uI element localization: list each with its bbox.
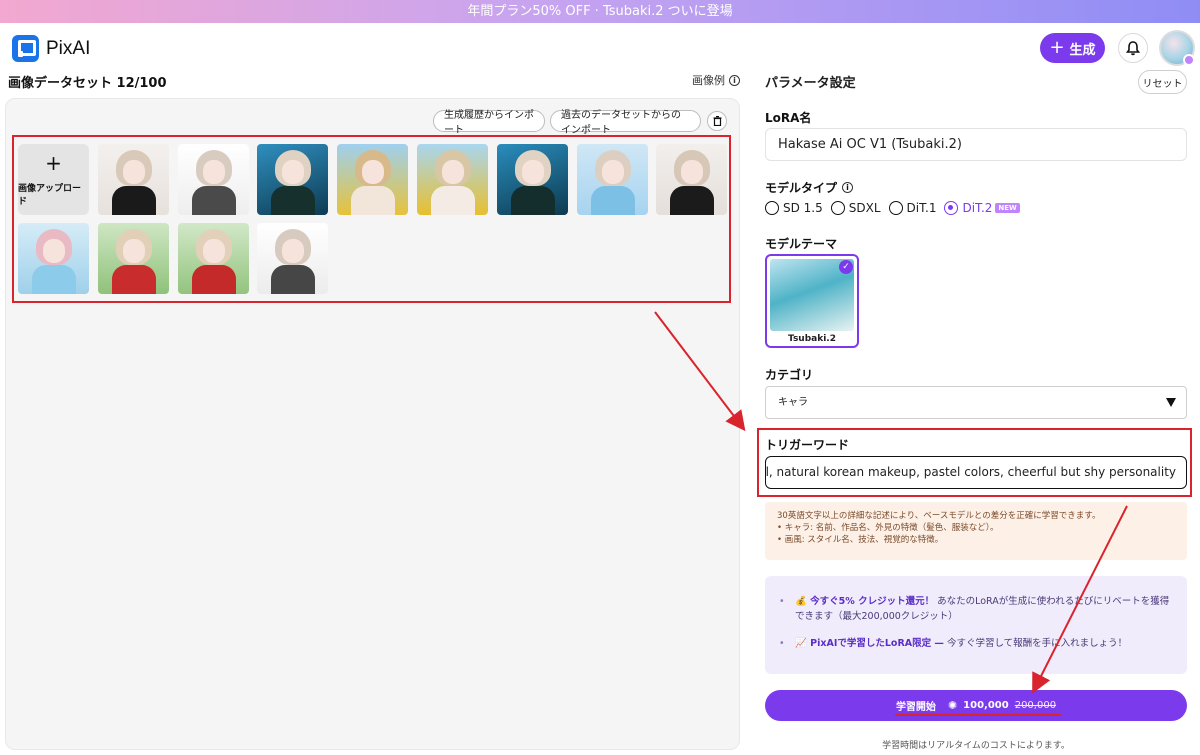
lora-name-input[interactable]: Hakase Ai OC V1 (Tsubaki.2) (765, 128, 1187, 161)
theme-name: Tsubaki.2 (788, 334, 836, 344)
import-history-button[interactable]: 生成履歴からインポート (433, 110, 545, 136)
start-label: 学習開始 (895, 702, 936, 713)
radio-dit1[interactable]: DiT.1 (888, 201, 937, 215)
model-type-label: モデルタイプ (765, 181, 838, 195)
model-theme-card[interactable]: ✓ Tsubaki.2 (765, 254, 859, 348)
logo[interactable]: PixAI (12, 35, 90, 62)
radio-dit2[interactable]: DiT.2 NEW (944, 201, 1020, 215)
promo-text: 今すぐ学習して報酬を手に入れましょう！ (943, 638, 1128, 649)
generate-label: 生成 (1069, 42, 1096, 58)
user-avatar[interactable] (1159, 30, 1195, 66)
model-theme-label: モデルテーマ (765, 237, 838, 251)
trigger-word-value: l, natural korean makeup, pastel colors,… (765, 465, 1176, 479)
trigger-hint: 30英語文字以上の詳細な記述により、ベースモデルとの差分を正確に学習できます。 … (765, 502, 1187, 560)
rebate-promo: 💰 今すぐ5% クレジット還元！ あなたのLoRAが生成に使われるたびにリベート… (765, 576, 1187, 674)
reset-button[interactable]: リセット (1138, 70, 1187, 94)
credit-icon: ✺ (947, 699, 958, 712)
radio-dot (888, 201, 903, 215)
promo-item: 📈 PixAIで学習したLoRA限定 — 今すぐ学習して報酬を手に入れましょう！ (779, 636, 1173, 651)
radio-sd15[interactable]: SD 1.5 (765, 201, 823, 215)
trigger-word-input[interactable]: l, natural korean makeup, pastel colors,… (765, 456, 1187, 489)
radio-label: DiT.2 (962, 201, 993, 215)
radio-sdxl[interactable]: SDXL (830, 201, 881, 215)
radio-dot (830, 201, 845, 215)
info-icon: i (729, 74, 740, 86)
cost-original: 200,000 (1014, 700, 1057, 711)
radio-dot (765, 201, 779, 215)
promo-item: 💰 今すぐ5% クレジット還元！ あなたのLoRAが生成に使われるたびにリベート… (779, 594, 1173, 624)
import-dataset-button[interactable]: 過去のデータセットからのインポート (550, 110, 701, 136)
bell-icon (1126, 40, 1140, 55)
check-icon: ✓ (839, 260, 853, 274)
delete-button[interactable] (707, 111, 727, 131)
image-example-link[interactable]: 画像例 i (692, 72, 740, 88)
training-cost: ✺ 100,000 200,000 (948, 699, 1056, 712)
trigger-word-label: トリガーワード (765, 438, 850, 452)
notifications-button[interactable] (1118, 33, 1148, 63)
lora-name-label: LoRA名 (765, 111, 812, 125)
promo-bold: 📈 PixAIで学習したLoRA限定 — (795, 638, 944, 649)
app-header: PixAI + 生成 (0, 23, 1200, 71)
radio-label: SD 1.5 (783, 201, 823, 215)
dataset-image-grid-highlight (12, 135, 731, 303)
generate-button[interactable]: + 生成 (1040, 33, 1105, 63)
cost-underline-annotation (895, 714, 1061, 716)
cost-value: 100,000 (963, 700, 1009, 711)
promo-bold: 💰 今すぐ5% クレジット還元！ (795, 596, 935, 607)
avatar-badge (1183, 54, 1195, 66)
trash-icon (713, 116, 721, 126)
hint-line: • キャラ: 名前、作品名、外見の特徴（髪色、服装など）。 (777, 523, 999, 533)
radio-label: SDXL (848, 201, 881, 215)
logo-text: PixAI (46, 37, 91, 59)
image-example-label: 画像例 (692, 74, 725, 87)
info-icon[interactable]: i (842, 182, 854, 193)
hint-line: 30英語文字以上の詳細な記述により、ベースモデルとの差分を正確に学習できます。 (777, 511, 1101, 521)
model-type-label-row: モデルタイプ i (765, 179, 854, 196)
plus-icon: + (1049, 37, 1065, 58)
category-label: カテゴリ (765, 368, 814, 382)
pixai-logo-icon (12, 35, 39, 62)
hint-line: • 画風: スタイル名、技法、視覚的な特徴。 (777, 535, 944, 545)
model-type-radio-group: SD 1.5 SDXL DiT.1 DiT.2 NEW (765, 199, 1028, 217)
start-training-button[interactable]: 学習開始 ✺ 100,000 200,000 (765, 690, 1187, 721)
radio-label: DiT.1 (906, 201, 937, 215)
caret-down-icon (1166, 398, 1176, 407)
category-select[interactable]: キャラ (765, 386, 1187, 419)
training-footnote: 学習時間はリアルタイムのコストによります。 (882, 741, 1070, 751)
category-value: キャラ (778, 397, 808, 408)
promo-banner[interactable]: 年間プラン50% OFF · Tsubaki.2 ついに登場 (0, 0, 1200, 23)
dataset-title: 画像データセット 12/100 (8, 76, 167, 91)
radio-dot (944, 201, 959, 215)
new-badge: NEW (995, 203, 1020, 213)
params-title: パラメータ設定 (765, 76, 856, 91)
